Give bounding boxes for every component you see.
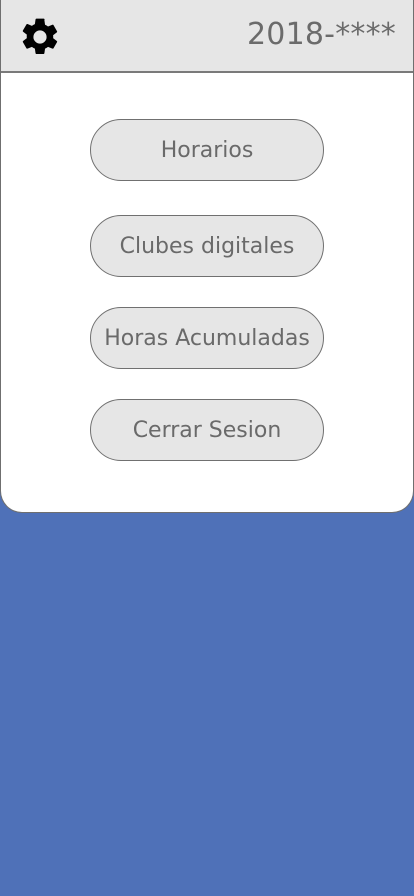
top-bar: 2018-**** xyxy=(1,0,413,73)
clubes-digitales-button[interactable]: Clubes digitales xyxy=(90,215,324,277)
main-panel: 2018-**** Horarios Clubes digitales Hora… xyxy=(0,0,414,513)
user-code: 2018-**** xyxy=(247,17,396,52)
horarios-button[interactable]: Horarios xyxy=(90,119,324,181)
cerrar-sesion-button[interactable]: Cerrar Sesion xyxy=(90,399,324,461)
gear-icon[interactable] xyxy=(18,15,62,59)
horas-acumuladas-button[interactable]: Horas Acumuladas xyxy=(90,307,324,369)
